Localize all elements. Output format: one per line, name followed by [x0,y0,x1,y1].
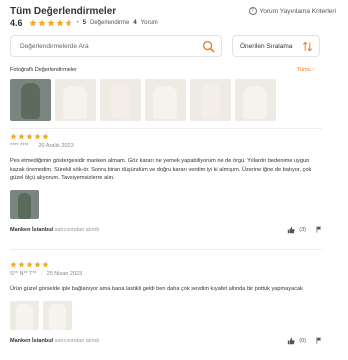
photo-thumbnail[interactable] [55,79,96,121]
criteria-label: Yorum Yayınlama Kriterleri [259,7,336,15]
sort-dropdown[interactable]: Önerilen Sıralama [232,35,320,57]
seller-name: Manken İstanbul [10,337,54,344]
review-stars [10,261,322,268]
see-all-photos-link[interactable]: Tümü › [297,67,314,73]
review-count: 5 [82,20,86,26]
criteria-link[interactable]: ? Yorum Yayınlama Kriterleri [248,7,336,15]
review-user: S** N** T** [10,271,37,277]
thumbs-up-icon[interactable] [287,337,295,345]
star-icon [46,19,55,27]
seller-info: Manken İstanbul satıcısından alındı [10,338,99,344]
question-circle-icon: ? [248,7,257,15]
divider [10,128,322,129]
review-date: 20 Aralık 2023 [38,143,74,149]
review-photo[interactable] [43,300,72,330]
seller-suffix: satıcısından alındı [54,226,100,233]
seller-info: Manken İstanbul satıcısından alındı [10,227,99,233]
seller-suffix: satıcısından alındı [54,337,100,344]
average-rating: 4.6 [10,18,23,28]
sort-arrows-icon [303,41,312,52]
review-footer: Manken İstanbul satıcısından alındı (0) [10,337,322,345]
star-half-icon [64,19,73,27]
summary-stars [28,19,73,27]
review-stars [10,133,322,140]
review-photos [10,189,322,219]
star-icon [37,19,46,27]
star-icon [34,261,41,268]
rating-summary: 4.6 • 5 Değerlendirme 4 Yorum [10,18,158,28]
seller-name: Manken İstanbul [10,226,54,233]
photo-thumbnail[interactable] [145,79,186,121]
review-meta: **** **** · 20 Aralık 2023 [10,143,322,149]
photo-thumbnail[interactable] [190,79,231,121]
photo-reviews-header: Fotoğraflı Değerlendirmeler Tümü › [10,67,314,73]
flag-icon[interactable] [316,337,322,344]
divider [10,249,322,250]
search-icon[interactable] [202,40,215,53]
review-meta: S** N** T** · 25 Nisan 2023 [10,271,322,277]
search-box [10,35,222,57]
star-icon [10,133,17,140]
review-photo[interactable] [10,189,39,219]
review-text: Ürün güzel görselde iple bağlanıyor ama … [10,286,303,292]
thumbs-up-icon[interactable] [287,226,295,234]
separator-dot: · [32,143,35,149]
separator-dot: • [76,20,79,26]
star-icon [26,133,33,140]
star-icon [55,19,64,27]
review-card: S** N** T** · 25 Nisan 2023 Ürün güzel g… [10,261,322,345]
like-count: (0) [299,337,306,344]
page-title: Tüm Değerlendirmeler [10,6,117,17]
search-input[interactable] [20,42,200,50]
photo-thumbnails [10,79,276,121]
photo-thumbnail[interactable] [100,79,141,121]
comment-count: 4 [133,20,137,26]
review-count-label: Değerlendirme [89,20,130,26]
comment-count-label: Yorum [140,20,158,26]
star-icon [18,133,25,140]
star-icon [26,261,33,268]
separator-dot: · [40,271,43,277]
review-actions: (0) [287,337,322,345]
review-card: **** **** · 20 Aralık 2023 Pes etmediğim… [10,133,322,234]
star-icon [42,261,49,268]
star-icon [10,261,17,268]
review-photo[interactable] [10,300,39,330]
photo-reviews-label: Fotoğraflı Değerlendirmeler [10,67,77,73]
review-footer: Manken İstanbul satıcısından alındı (3) [10,226,322,234]
star-icon [34,133,41,140]
star-icon [42,133,49,140]
photo-thumbnail[interactable] [10,79,51,121]
review-user: **** **** [10,143,29,149]
star-icon [28,19,37,27]
review-photos [10,300,322,330]
star-icon [18,261,25,268]
like-count: (3) [299,226,306,233]
review-text: Pes etmediğimin göstergesidir manken alm… [10,158,312,182]
photo-thumbnail[interactable] [235,79,276,121]
sort-label: Önerilen Sıralama [240,42,293,50]
review-date: 25 Nisan 2023 [46,271,83,277]
review-actions: (3) [287,226,322,234]
flag-icon[interactable] [316,226,322,233]
